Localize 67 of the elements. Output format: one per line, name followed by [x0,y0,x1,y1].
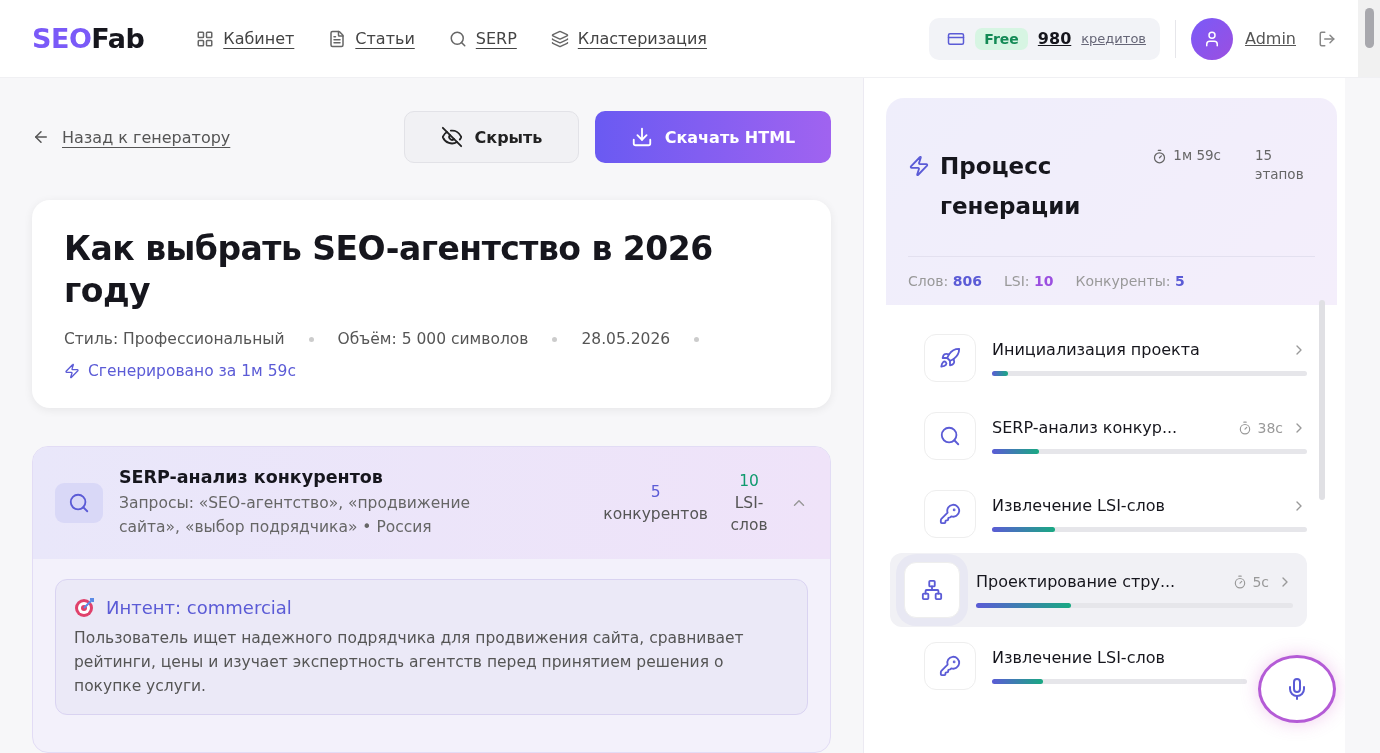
step-item[interactable]: Извлечение LSI-слов [900,475,1307,553]
nav-link[interactable]: SERP [448,29,517,48]
search-icon [924,412,976,460]
step-title: SERP-анализ конкур... [992,418,1179,437]
scrollbar[interactable] [1358,0,1380,77]
download-icon [630,126,653,148]
plan-badge: Free [975,27,1028,50]
nav-link[interactable]: Кластеризация [550,29,707,48]
hide-button[interactable]: Скрыть [404,111,579,163]
nav-link[interactable]: Статьи [328,29,415,48]
user-link[interactable]: Admin [1245,29,1296,48]
process-stages: 15 этапов [1255,146,1305,184]
generation-time: Сгенерировано за 1м 59с [88,362,296,380]
step-title: Извлечение LSI-слов [992,648,1166,667]
search-icon [55,483,103,523]
process-stat: Конкуренты: 5 [1075,273,1185,289]
step-item[interactable]: Проектирование стру... 5с [890,553,1307,627]
document-icon [328,29,347,48]
timer-icon [1233,574,1248,589]
stat-label: LSI-слов [729,493,769,536]
search-icon [448,29,467,48]
grid-icon [196,29,215,48]
timer-icon [1152,149,1168,164]
step-title: Проектирование стру... [976,572,1177,591]
credits-link[interactable]: кредитов [1081,31,1146,46]
stat-label: конкурентов [603,504,708,525]
process-stat: LSI: 10 [1003,273,1054,289]
process-time: 1м 59с [1173,146,1221,165]
separator-dot [552,336,558,342]
rocket-icon [924,334,976,382]
article-title: Как выбрать SEO-агентство в 2026 году [64,228,714,312]
stat-value: 10 [739,471,759,492]
lightning-icon [908,155,930,177]
timer-icon [1238,420,1253,435]
key-icon [924,642,976,690]
step-item[interactable]: Инициализация проекта [900,319,1307,397]
credits-amount: 980 [1037,29,1072,48]
key-icon [924,490,976,538]
article-meta: Стиль: Профессиональный [64,330,285,348]
nav-link[interactable]: Кабинет [196,29,295,48]
stat-value: 5 [650,482,661,503]
separator-dot [308,336,314,342]
separator-dot [694,336,700,342]
lightning-icon [64,363,80,379]
step-item[interactable]: Извлечение LSI-слов [900,627,1247,705]
serp-queries: Запросы: «SEO-агентство», «продвижение сайта», «выбор подрядчика» • Россия [119,493,472,538]
process-stat: Слов: 806 [908,273,982,289]
download-button[interactable]: Скачать HTML [595,111,831,163]
step-item[interactable]: SERP-анализ конкур... 38с [900,397,1307,475]
eye-off-icon [440,126,463,148]
serp-title: SERP-анализ конкурентов [119,467,384,487]
intent-text: Пользователь ищет надежного подрядчика для продвижения сайта, сравнивает рейтинги, цены и изучает экспертность агентств перед принятием решения о покупке услуги. [74,628,745,697]
step-title: Инициализация проекта [992,340,1201,359]
serp-header[interactable]: SERP-анализ конкурентов Запросы: «SEO-агентство», «продвижение сайта», «выбор подрядчика» • Россия 5 конкурентов 10 LSI-слов [33,447,830,559]
article-meta: 28.05.2026 [581,330,671,348]
step-title: Извлечение LSI-слов [992,496,1166,515]
process-title: Процесс генерации [940,152,1082,221]
step-time: 38с [1257,419,1283,436]
article-meta: Объём: 5 000 символов [337,330,529,348]
layers-icon [550,29,569,48]
logo[interactable]: SEOFab [32,23,145,54]
intent-title: Интент: commercial [106,596,292,618]
avatar[interactable] [1191,17,1233,60]
logout-icon[interactable] [1318,29,1336,48]
step-time: 5с [1252,573,1269,590]
back-link[interactable]: Назад к генератору [32,127,231,147]
target-icon [74,596,96,618]
